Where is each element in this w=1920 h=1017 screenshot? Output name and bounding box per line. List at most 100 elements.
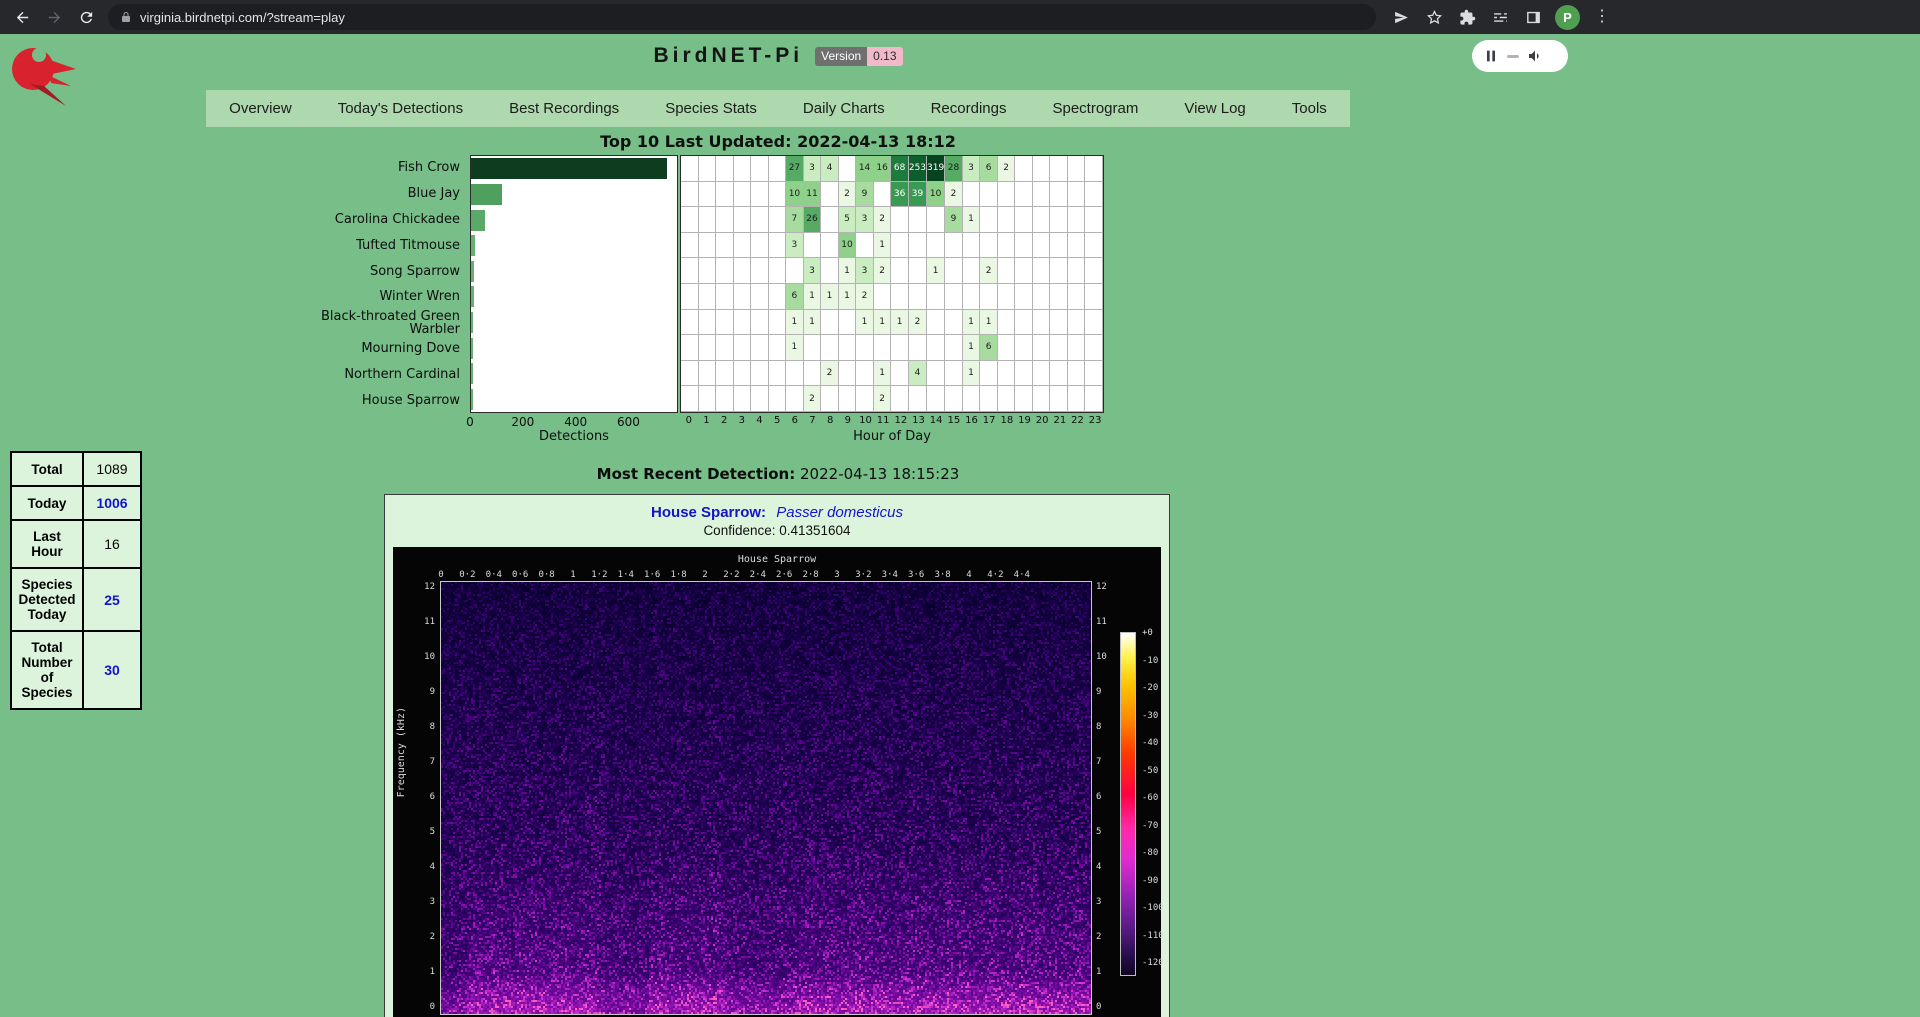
heatmap-cell	[821, 258, 839, 284]
heatmap-cell: 16	[874, 156, 892, 182]
side-panel-button[interactable]	[1522, 6, 1544, 28]
bar-axis-tick: 200	[511, 415, 534, 429]
spec-db-tick: -60	[1142, 793, 1158, 803]
hour-axis-tick: 10	[857, 415, 875, 429]
heatmap-cell	[891, 207, 909, 233]
nav-item-today-s-detections[interactable]: Today's Detections	[315, 90, 486, 127]
heatmap-cell	[681, 361, 699, 387]
chrome-menu-button[interactable]: ⋮	[1591, 6, 1613, 28]
heatmap-cell	[998, 284, 1016, 310]
heatmap-cell	[998, 386, 1016, 412]
send-icon	[1393, 9, 1410, 26]
tune-button[interactable]	[1489, 6, 1511, 28]
heatmap-cell	[821, 182, 839, 208]
nav-bar: OverviewToday's DetectionsBest Recording…	[206, 90, 1350, 127]
birdnetpi-page: BirdNET-Pi Version 0.13 OverviewToday's …	[0, 34, 1920, 1017]
heatmap-cell	[891, 361, 909, 387]
reload-button[interactable]	[72, 3, 100, 31]
nav-item-overview[interactable]: Overview	[206, 90, 315, 127]
heatmap-cell	[963, 284, 981, 310]
heatmap-cell	[891, 386, 909, 412]
heatmap-cell	[874, 335, 892, 361]
nav-item-species-stats[interactable]: Species Stats	[642, 90, 780, 127]
back-icon	[14, 9, 31, 26]
hour-axis-tick: 11	[874, 415, 892, 429]
heatmap-cell: 3	[804, 258, 822, 284]
heatmap-cell: 2	[874, 207, 892, 233]
heatmap-cell: 3	[856, 258, 874, 284]
heatmap-cell	[874, 284, 892, 310]
stats-value[interactable]: 30	[83, 631, 141, 709]
heatmap-cell	[927, 284, 945, 310]
heatmap-cell	[1033, 156, 1051, 182]
heatmap-cell	[945, 310, 963, 336]
heatmap-cell	[734, 386, 752, 412]
heatmap-cell	[699, 335, 717, 361]
spec-time-tick: 3·4	[882, 570, 898, 580]
heatmap-cell: 1	[963, 310, 981, 336]
heatmap-cell: 27	[786, 156, 804, 182]
heatmap-cell	[927, 310, 945, 336]
bookmark-button[interactable]	[1423, 6, 1445, 28]
top10-heading: Top 10 Last Updated: 2022-04-13 18:12	[0, 132, 1556, 151]
detection-common-name[interactable]: House Sparrow:	[651, 504, 766, 521]
volume-button[interactable]	[1527, 48, 1543, 64]
heatmap-cell: 1	[963, 335, 981, 361]
bar-panel	[470, 155, 678, 413]
heatmap-cell: 1	[874, 310, 892, 336]
heatmap-cell: 1	[839, 258, 857, 284]
spec-time-tick: 1·4	[618, 570, 634, 580]
heatmap-cell	[786, 386, 804, 412]
heatmap-cell: 1	[927, 258, 945, 284]
seek-handle[interactable]	[1507, 55, 1519, 58]
heatmap-cell	[1033, 284, 1051, 310]
stats-row: Species Detected Today25	[11, 568, 141, 631]
nav-item-spectrogram[interactable]: Spectrogram	[1029, 90, 1161, 127]
heatmap-cell	[769, 284, 787, 310]
pause-button[interactable]	[1483, 48, 1499, 64]
heatmap-cell	[1050, 335, 1068, 361]
send-button[interactable]	[1390, 6, 1412, 28]
hour-axis-tick: 3	[733, 415, 751, 429]
species-label: Winter Wren	[310, 284, 470, 310]
spec-db-tick: -30	[1142, 711, 1158, 721]
hour-axis-tick: 8	[821, 415, 839, 429]
back-button[interactable]	[8, 3, 36, 31]
heatmap-cell	[716, 258, 734, 284]
hour-axis-ticks: 01234567891011121314151617181920212223	[680, 413, 1104, 429]
hour-axis-tick: 2	[715, 415, 733, 429]
puzzle-icon	[1459, 9, 1476, 26]
detection-bar	[471, 210, 485, 231]
extensions-button[interactable]	[1456, 6, 1478, 28]
hour-axis-tick: 9	[839, 415, 857, 429]
nav-item-best-recordings[interactable]: Best Recordings	[486, 90, 642, 127]
nav-item-recordings[interactable]: Recordings	[908, 90, 1030, 127]
nav-item-tools[interactable]: Tools	[1269, 90, 1350, 127]
heatmap-cell	[681, 386, 699, 412]
detection-bar	[471, 261, 474, 282]
heatmap-cell	[1033, 182, 1051, 208]
address-bar[interactable]: virginia.birdnetpi.com/?stream=play	[108, 4, 1376, 30]
heatmap-cell	[769, 310, 787, 336]
stats-value[interactable]: 1006	[83, 486, 141, 520]
spec-freq-tick-left: 1	[405, 967, 435, 977]
browser-toolbar: virginia.birdnetpi.com/?stream=play P ⋮	[0, 0, 1920, 34]
heatmap-cell	[821, 207, 839, 233]
spec-time-tick: 2·4	[750, 570, 766, 580]
profile-avatar[interactable]: P	[1555, 5, 1580, 30]
heatmap-cell	[1015, 207, 1033, 233]
spec-time-tick: 3	[834, 570, 839, 580]
version-label: Version	[815, 47, 867, 66]
forward-button[interactable]	[40, 3, 68, 31]
nav-wrap: OverviewToday's DetectionsBest Recording…	[0, 90, 1556, 127]
nav-item-view-log[interactable]: View Log	[1161, 90, 1268, 127]
heatmap-cell: 9	[856, 182, 874, 208]
detection-scientific-name[interactable]: Passer domesticus	[776, 504, 903, 521]
heatmap-cell	[681, 207, 699, 233]
stats-value[interactable]: 25	[83, 568, 141, 631]
hour-axis-tick: 20	[1033, 415, 1051, 429]
detection-bar	[471, 286, 474, 307]
species-label: Mourning Dove	[310, 336, 470, 362]
nav-item-daily-charts[interactable]: Daily Charts	[780, 90, 908, 127]
heatmap-cell	[1085, 233, 1103, 259]
